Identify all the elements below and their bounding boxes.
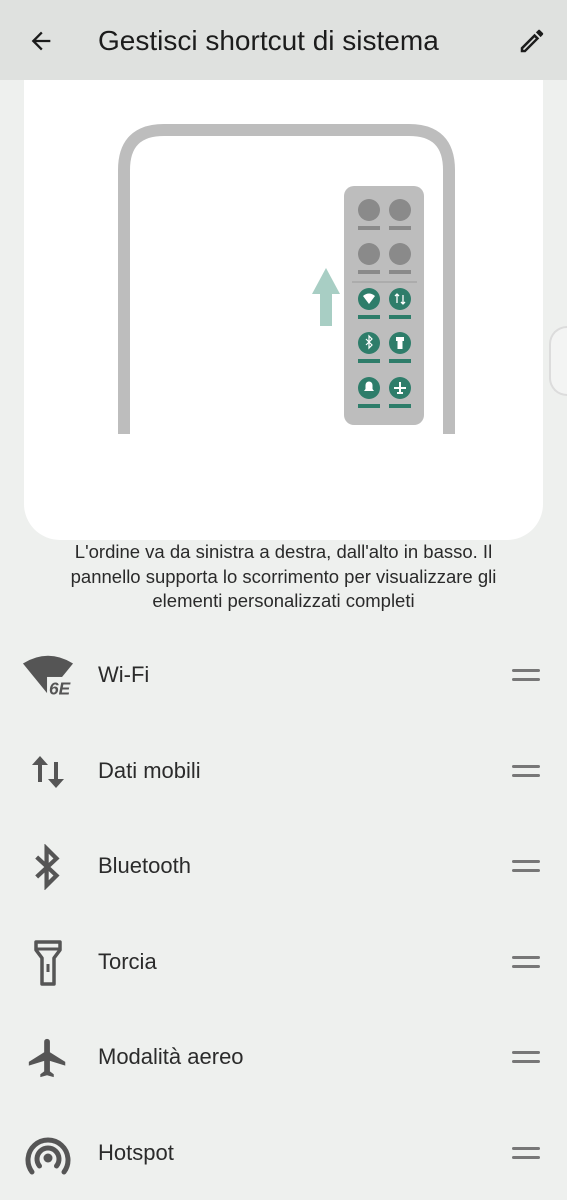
list-item[interactable]: Modalità aereo: [0, 1010, 567, 1106]
edge-panel-handle[interactable]: [549, 326, 567, 396]
list-item[interactable]: Torcia: [0, 915, 567, 1011]
back-button[interactable]: [22, 22, 60, 60]
list-item-label: Torcia: [98, 948, 157, 974]
page-title: Gestisci shortcut di sistema: [98, 25, 439, 56]
list-item-label: Wi-Fi: [98, 662, 150, 687]
back-arrow-icon: [31, 31, 51, 51]
top-app-bar: Gestisci shortcut di sistema: [0, 0, 567, 80]
list-item-label: Modalità aereo: [98, 1044, 244, 1070]
list-item[interactable]: 6E Wi-Fi: [0, 628, 567, 724]
drag-handle-icon[interactable]: [512, 664, 540, 686]
list-item-label: Hotspot: [98, 1139, 174, 1165]
mobile-data-icon: [22, 746, 74, 798]
airplane-icon: [22, 1032, 74, 1084]
list-item[interactable]: Dati mobili: [0, 724, 567, 820]
svg-text:6E: 6E: [49, 678, 71, 698]
bluetooth-icon: [22, 841, 74, 893]
list-item-label: Dati mobili: [98, 757, 201, 783]
drag-handle-icon[interactable]: [512, 1046, 540, 1068]
wifi-6e-icon: 6E: [22, 650, 74, 702]
drag-handle-icon[interactable]: [512, 1142, 540, 1164]
flashlight-icon: [22, 937, 74, 989]
shortcut-list: 6E Wi-Fi Dati mobili Bluetooth Torcia Mo…: [0, 628, 567, 1200]
list-item[interactable]: Hotspot: [0, 1106, 567, 1200]
drag-handle-icon[interactable]: [512, 760, 540, 782]
swipe-up-arrow-icon: [312, 268, 340, 326]
order-description: L'ordine va da sinistra a destra, dall'a…: [70, 541, 497, 611]
drag-handle-icon[interactable]: [512, 855, 540, 877]
edit-button[interactable]: [512, 22, 552, 60]
pencil-icon: [520, 29, 544, 53]
quick-settings-panel: [344, 186, 424, 425]
hotspot-icon: [22, 1128, 74, 1180]
list-item-label: Bluetooth: [98, 853, 191, 879]
list-item[interactable]: Bluetooth: [0, 819, 567, 915]
preview-illustration: [24, 80, 543, 540]
drag-handle-icon[interactable]: [512, 951, 540, 973]
